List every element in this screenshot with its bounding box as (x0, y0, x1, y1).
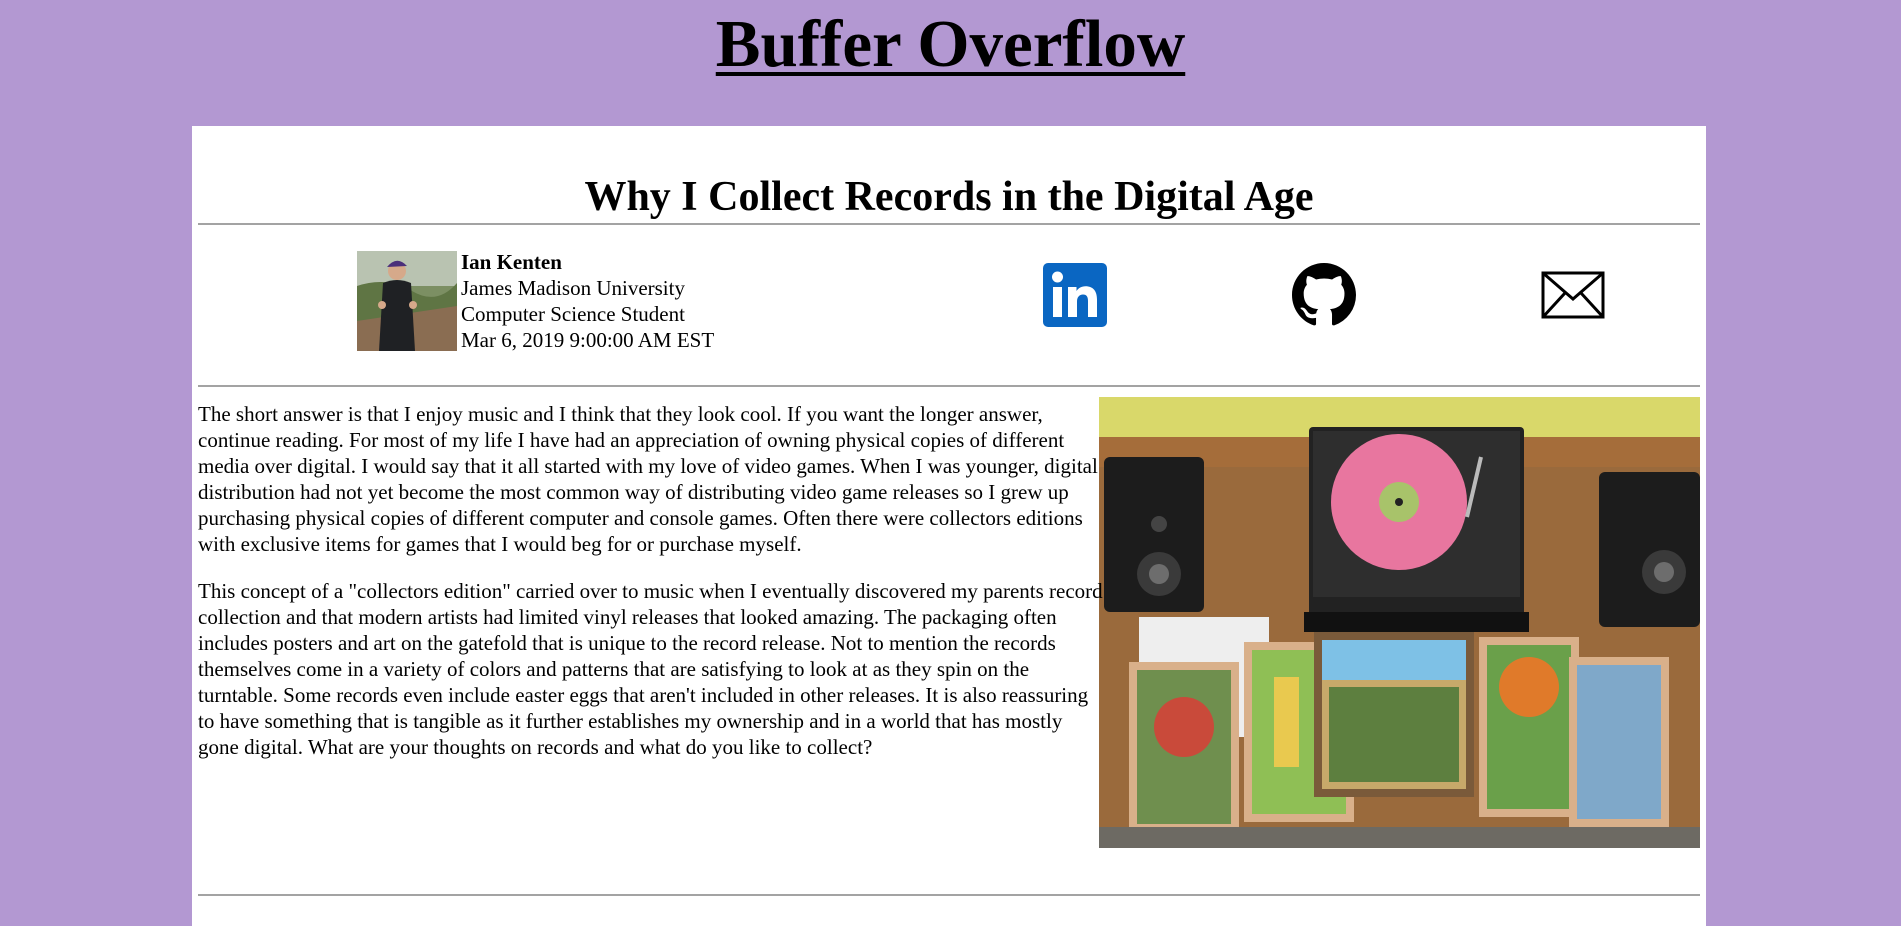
github-icon[interactable] (1292, 263, 1356, 327)
post-title: Why I Collect Records in the Digital Age (584, 174, 1314, 220)
github-link[interactable] (1292, 263, 1356, 327)
author-row: Ian Kenten James Madison University Comp… (198, 225, 1700, 385)
post-card: Why I Collect Records in the Digital Age… (192, 126, 1706, 926)
post-image (1099, 397, 1700, 848)
post-body: The short answer is that I enjoy music a… (198, 401, 1103, 781)
author-info: Ian Kenten James Madison University Comp… (461, 249, 714, 353)
site-title: Buffer Overflow (715, 7, 1186, 81)
divider (198, 894, 1700, 896)
email-icon[interactable] (1541, 271, 1605, 319)
post-paragraph: The short answer is that I enjoy music a… (198, 402, 1098, 556)
post-content: The short answer is that I enjoy music a… (198, 387, 1700, 848)
linkedin-link[interactable] (1043, 263, 1107, 327)
author-name: Ian Kenten (461, 250, 562, 274)
email-link[interactable] (1541, 263, 1605, 327)
author-role: Computer Science Student (461, 302, 685, 326)
post-date: Mar 6, 2019 9:00:00 AM EST (461, 328, 715, 352)
author-avatar (357, 251, 457, 351)
linkedin-icon[interactable] (1043, 263, 1107, 327)
author-school: James Madison University (461, 276, 685, 300)
post-paragraph: This concept of a "collectors edition" c… (198, 579, 1103, 759)
